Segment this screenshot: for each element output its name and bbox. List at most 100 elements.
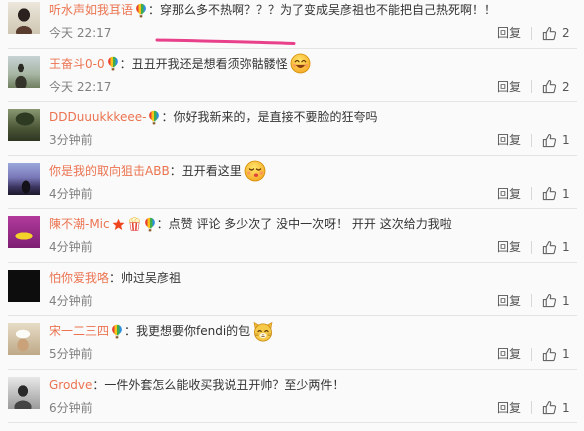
username-link[interactable]: 听水声如我耳语 (49, 1, 133, 19)
thumbs-up-icon (542, 26, 557, 41)
cat-emoji (252, 320, 274, 342)
comment-actions: 回复 2 (497, 78, 570, 96)
username-link[interactable]: 宋一二三四 (49, 322, 109, 340)
comment-list: 听水声如我耳语 ：穿那么多不热啊？？？为了变成吴彦祖也不能把自己热死啊！！ 今天… (0, 0, 584, 431)
reply-button[interactable]: 回复 (497, 78, 521, 96)
comment-actions: 回复 1 (497, 345, 570, 363)
popcorn-icon[interactable] (128, 217, 141, 231)
balloon-icon[interactable] (135, 3, 147, 18)
timestamp: 4分钟前 (49, 186, 93, 201)
comment-line: 王奋斗0-0 ：丑丑开我还是想看须弥骷髅怪 (49, 55, 311, 73)
divider (531, 80, 533, 93)
comment-item: 听水声如我耳语 ：穿那么多不热啊？？？为了变成吴彦祖也不能把自己热死啊！！ 今天… (0, 0, 584, 49)
star-icon[interactable] (112, 218, 125, 231)
like-button[interactable]: 1 (542, 133, 570, 148)
username-link[interactable]: 怕你爱我咯 (49, 269, 109, 287)
thumbs-up-icon (542, 79, 557, 94)
reply-button[interactable]: 回复 (497, 238, 521, 256)
like-count: 1 (562, 240, 570, 254)
comment-line: 你是我的取向狙击ABB ：丑开看这里 (49, 162, 266, 180)
comment-text: ：你好我新来的，是直接不要脸的狂夸吗 (161, 110, 378, 124)
comment-item: 宋一二三四 ：我更想要你fendi的包 5分钟前 回复 1 (0, 316, 584, 370)
divider (531, 294, 533, 307)
comment-actions: 回复 1 (497, 185, 570, 203)
timestamp: 6分钟前 (49, 400, 93, 415)
divider (8, 422, 577, 423)
comment-text: ：穿那么多不热啊？？？为了变成吴彦祖也不能把自己热死啊！！ (148, 3, 497, 17)
comment-text: ：点赞 评论 多少次了 没中一次呀！ 开开 这次给力我啦 (156, 217, 452, 231)
divider (531, 133, 533, 147)
comment-text: ：一件外套怎么能收买我说丑开帅？至少两件！ (92, 377, 345, 392)
like-button[interactable]: 1 (542, 400, 570, 415)
kiss-emoji (244, 160, 266, 182)
divider (531, 401, 533, 414)
balloon-icon[interactable] (148, 110, 160, 125)
divider (531, 347, 533, 361)
username-link[interactable]: 你是我的取向狙击ABB (49, 162, 170, 180)
reply-button[interactable]: 回复 (497, 292, 521, 310)
comment-line: 陳不潮-Mic ：点赞 评论 多少次了 没中一次呀！ 开开 这次给力我啦 (49, 215, 452, 233)
username-link[interactable]: DDDuuukkkeee- (49, 108, 146, 126)
comment-actions: 回复 1 (497, 292, 570, 310)
reply-button[interactable]: 回复 (497, 131, 521, 149)
avatar[interactable] (8, 376, 40, 409)
comment-line: DDDuuukkkeee- ：你好我新来的，是直接不要脸的狂夸吗 (49, 108, 377, 126)
comment-actions: 回复 1 (497, 399, 570, 417)
balloon-icon[interactable] (144, 217, 156, 232)
balloon-icon[interactable] (111, 324, 123, 339)
reply-button[interactable]: 回复 (497, 185, 521, 203)
comment-line: 听水声如我耳语 ：穿那么多不热啊？？？为了变成吴彦祖也不能把自己热死啊！！ (49, 1, 496, 19)
like-button[interactable]: 1 (542, 240, 570, 255)
comment-item: 怕你爱我咯 ：帅过吴彦祖 4分钟前 回复 1 (0, 263, 584, 316)
timestamp: 今天 22:17 (49, 79, 112, 94)
comment-actions: 回复 2 (497, 24, 570, 42)
avatar[interactable] (8, 216, 40, 248)
avatar[interactable] (8, 162, 40, 195)
grin-emoji (290, 53, 311, 74)
divider (531, 187, 533, 200)
like-count: 1 (562, 186, 570, 201)
username-link[interactable]: 陳不潮-Mic (49, 215, 110, 233)
divider (531, 240, 533, 254)
reply-button[interactable]: 回复 (497, 24, 521, 42)
avatar[interactable] (8, 323, 40, 355)
like-button[interactable]: 1 (542, 347, 570, 362)
comment-text: ：我更想要你fendi的包 (124, 324, 251, 338)
timestamp: 今天 22:17 (49, 26, 112, 40)
like-button[interactable]: 2 (542, 26, 570, 41)
divider (531, 26, 533, 40)
avatar[interactable] (8, 55, 40, 88)
timestamp: 5分钟前 (49, 347, 93, 361)
thumbs-up-icon (542, 293, 557, 308)
comment-line: 宋一二三四 ：我更想要你fendi的包 (49, 322, 274, 340)
balloon-icon[interactable] (107, 56, 119, 71)
comment-text: ：帅过吴彦祖 (109, 270, 182, 285)
like-count: 2 (562, 79, 570, 94)
comment-actions: 回复 1 (497, 131, 570, 149)
thumbs-up-icon (542, 133, 557, 148)
username-link[interactable]: 王奋斗0-0 (49, 55, 105, 73)
comment-actions: 回复 1 (497, 238, 570, 256)
like-button[interactable]: 1 (542, 186, 570, 201)
avatar[interactable] (8, 109, 40, 141)
thumbs-up-icon (542, 347, 557, 362)
username-link[interactable]: Grodve (49, 376, 92, 394)
like-button[interactable]: 2 (542, 79, 570, 94)
avatar[interactable] (8, 269, 40, 302)
comment-text: ：丑丑开我还是想看须弥骷髅怪 (119, 56, 288, 71)
comment-item: DDDuuukkkeee- ：你好我新来的，是直接不要脸的狂夸吗 3分钟前 回复… (0, 102, 584, 156)
avatar[interactable] (8, 2, 40, 34)
comment-text: ：丑开看这里 (169, 163, 242, 178)
like-button[interactable]: 1 (542, 293, 570, 308)
timestamp: 4分钟前 (49, 240, 93, 254)
comment-item: 陳不潮-Mic ：点赞 评论 多少次了 没中一次呀！ 开开 这次给力我啦 4分钟… (0, 209, 584, 263)
like-count: 2 (562, 26, 570, 40)
comment-item: 你是我的取向狙击ABB ：丑开看这里 4分钟前 回复 1 (0, 156, 584, 209)
like-count: 1 (562, 347, 570, 361)
thumbs-up-icon (542, 400, 557, 415)
reply-button[interactable]: 回复 (497, 399, 521, 417)
comment-line: 怕你爱我咯 ：帅过吴彦祖 (49, 269, 181, 287)
reply-button[interactable]: 回复 (497, 345, 521, 363)
like-count: 1 (562, 400, 570, 415)
comment-item: Grodve ：一件外套怎么能收买我说丑开帅？至少两件！ 6分钟前 回复 1 (0, 370, 584, 423)
